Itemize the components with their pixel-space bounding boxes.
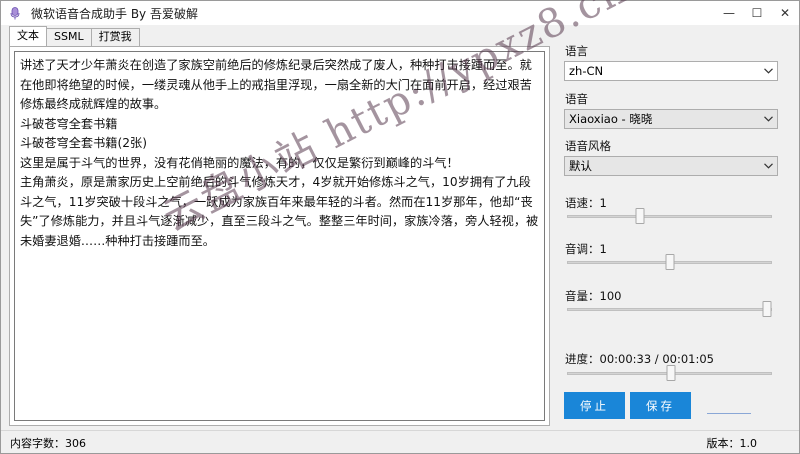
voice-value: Xiaoxiao - 晓晓 — [569, 112, 653, 126]
minimize-button[interactable]: — — [715, 1, 743, 25]
speed-slider[interactable] — [567, 208, 772, 224]
tab-strip: 文本 SSML 打赏我 — [9, 26, 140, 46]
close-icon: ✕ — [779, 6, 791, 20]
voice-select[interactable]: Xiaoxiao - 晓晓 — [564, 109, 778, 129]
text-paragraph: 斗破苍穹全套书籍(2张) — [20, 136, 147, 150]
volume-slider[interactable] — [567, 301, 772, 317]
title-bar[interactable]: 微软语音合成助手 By 吾爱破解 — ☐ ✕ — [1, 1, 799, 25]
minimize-icon: — — [723, 6, 735, 20]
save-button[interactable]: 保存 — [630, 392, 691, 419]
language-label: 语言 — [565, 44, 588, 58]
text-paragraph: 主角萧炎，原是萧家历史上空前绝后的斗气修炼天才，4岁就开始修炼斗之气，10岁拥有… — [20, 175, 539, 248]
char-count: 内容字数：306 — [10, 437, 86, 450]
text-paragraph: 斗破苍穹全套书籍 — [20, 116, 118, 131]
tab-donate[interactable]: 打赏我 — [90, 28, 140, 46]
version-label: 版本：1.0 — [706, 437, 758, 450]
slider-track — [567, 308, 772, 311]
chevron-down-icon — [759, 62, 777, 80]
style-value: 默认 — [569, 159, 592, 173]
language-value: zh-CN — [569, 64, 604, 78]
style-label: 语音风格 — [565, 139, 611, 153]
maximize-button[interactable]: ☐ — [743, 1, 771, 25]
slider-thumb[interactable] — [762, 301, 772, 317]
language-select[interactable]: zh-CN — [564, 61, 778, 81]
voice-label: 语音 — [565, 92, 588, 106]
slider-thumb[interactable] — [665, 254, 674, 270]
progress-slider[interactable] — [567, 365, 772, 381]
chevron-down-icon — [759, 157, 777, 175]
slider-thumb[interactable] — [635, 208, 645, 224]
app-window: 微软语音合成助手 By 吾爱破解 — ☐ ✕ 文本 SSML 打赏我 讲述了天才… — [0, 0, 800, 454]
maximize-icon: ☐ — [751, 6, 763, 20]
text-paragraph: 讲述了天才少年萧炎在创造了家族空前绝后的修炼纪录后突然成了废人，种种打击接踵而至… — [20, 58, 532, 111]
slider-track — [567, 215, 772, 218]
slider-thumb[interactable] — [666, 365, 676, 381]
chevron-down-icon — [759, 110, 777, 128]
app-microphone-icon — [9, 6, 21, 20]
text-paragraph: 这里是属于斗气的世界，没有花俏艳丽的魔法，有的，仅仅是繁衍到巅峰的斗气！ — [20, 155, 459, 170]
close-button[interactable]: ✕ — [771, 1, 799, 25]
text-input-area[interactable]: 讲述了天才少年萧炎在创造了家族空前绝后的修炼纪录后突然成了废人，种种打击接踵而至… — [14, 51, 545, 421]
stop-button[interactable]: 停止 — [564, 392, 625, 419]
pitch-slider[interactable] — [567, 254, 772, 270]
tab-text[interactable]: 文本 — [9, 26, 47, 46]
text-tab-panel: 讲述了天才少年萧炎在创造了家族空前绝后的修炼纪录后突然成了废人，种种打击接踵而至… — [9, 46, 550, 426]
status-bar: 内容字数：306 版本：1.0 — [1, 430, 799, 453]
window-title: 微软语音合成助手 By 吾爱破解 — [31, 6, 198, 21]
progress-indicator-line — [707, 413, 751, 414]
tab-ssml[interactable]: SSML — [46, 28, 92, 46]
style-select[interactable]: 默认 — [564, 156, 778, 176]
